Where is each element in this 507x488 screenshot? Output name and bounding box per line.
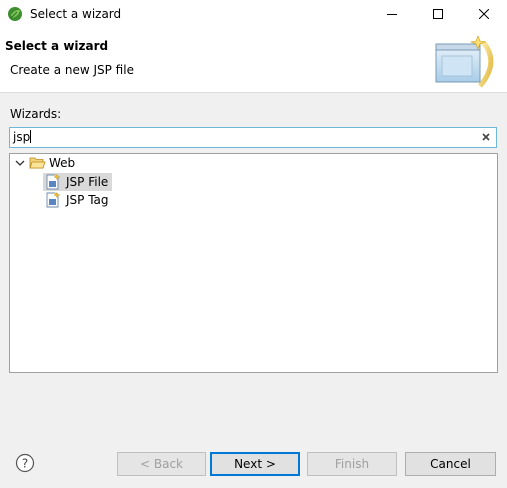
wizard-banner-icon [435,35,494,88]
wizards-label: Wizards: [10,107,62,121]
clear-icon[interactable] [480,131,492,143]
wizard-tree[interactable]: Web JSP File JSP Tag [9,153,498,373]
app-icon [8,7,22,21]
tree-item-label: JSP File [66,175,109,189]
folder-open-icon [29,157,46,169]
next-button[interactable]: Next > [210,452,300,476]
text-caret [30,130,32,143]
close-button[interactable] [461,0,507,29]
header-title: Select a wizard [5,39,109,53]
tree-item-label: JSP Tag [66,193,109,207]
tree-item-jsp-file[interactable]: JSP File [43,173,113,191]
wizard-header: Select a wizard Create a new JSP file [0,29,507,93]
chevron-down-icon[interactable] [14,157,26,169]
maximize-button[interactable] [415,0,461,29]
maximize-icon [433,9,443,19]
help-icon[interactable]: ? [15,453,35,473]
window-title: Select a wizard [30,7,122,21]
tree-category-label: Web [49,156,76,170]
minimize-button[interactable] [369,0,415,29]
close-icon [479,9,489,19]
tree-item-jsp-tag[interactable]: JSP Tag [43,191,113,209]
header-description: Create a new JSP file [10,63,134,77]
finish-button[interactable]: Finish [307,452,397,476]
tree-category-web[interactable]: Web [14,154,75,172]
jsp-tag-icon [46,192,61,208]
wizard-dialog: Select a wizard Select a wizard Create a… [0,0,507,488]
filter-value: jsp [13,130,32,144]
back-button[interactable]: < Back [117,452,206,476]
svg-text:?: ? [22,457,28,471]
wizard-filter-input[interactable]: jsp [9,127,497,148]
jsp-file-icon [46,174,61,190]
minimize-icon [387,14,397,15]
title-bar: Select a wizard [0,0,507,29]
cancel-button[interactable]: Cancel [405,452,496,476]
